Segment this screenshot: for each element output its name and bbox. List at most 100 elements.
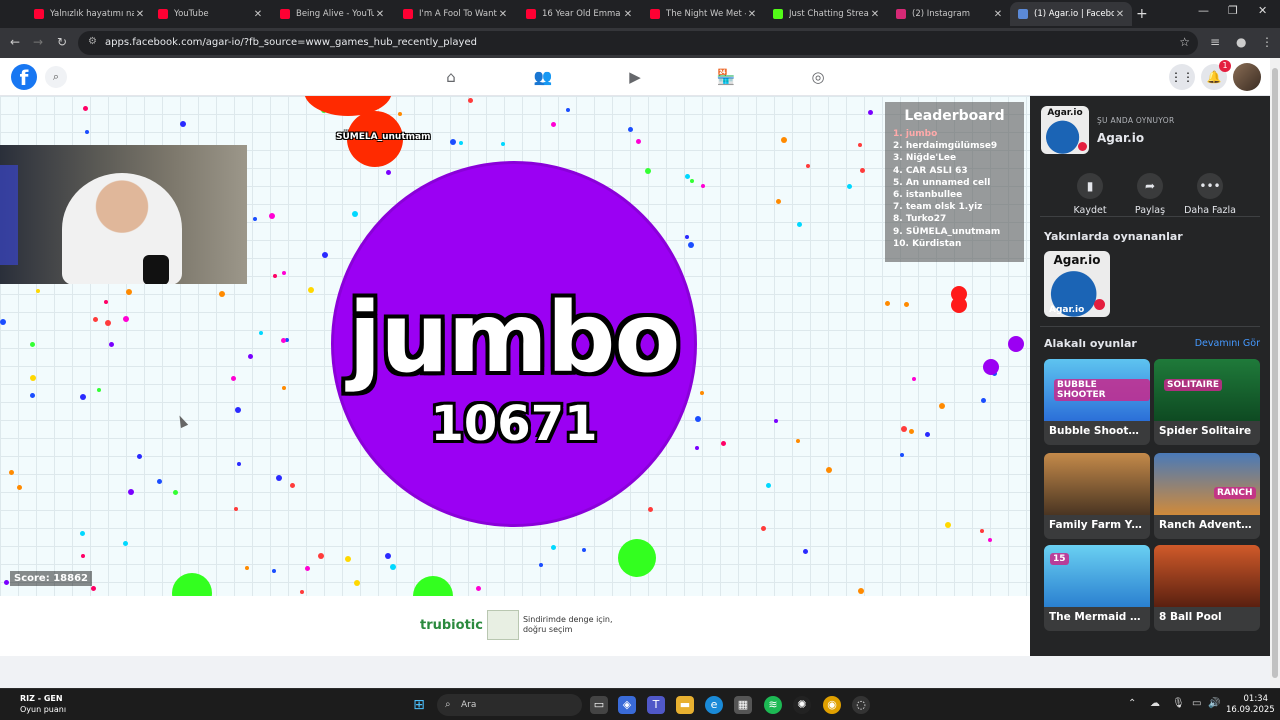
facebook-logo-icon[interactable]: f	[11, 64, 37, 90]
recent-game-agario[interactable]: Agar.io Agar.io	[1044, 251, 1110, 317]
close-tab-icon[interactable]: ✕	[134, 9, 146, 20]
related-game-card[interactable]: 8 Ball Pool	[1154, 545, 1260, 631]
close-tab-icon[interactable]: ✕	[746, 9, 758, 20]
site-info-icon[interactable]: ⚙	[88, 36, 97, 47]
food-pellet	[281, 337, 287, 343]
related-game-card[interactable]: RANCH Ranch Adventures	[1154, 453, 1260, 539]
task-view-icon[interactable]: ▭	[590, 696, 608, 714]
video-icon[interactable]: ▶	[625, 68, 645, 86]
leaderboard-row: 1. jumbo	[893, 129, 938, 139]
taskbar-search[interactable]: ⌕ Ara	[437, 694, 582, 716]
spotify-icon[interactable]: ≋	[764, 696, 782, 714]
cloud-icon[interactable]: ☁	[1150, 698, 1160, 709]
food-pellet	[389, 564, 396, 571]
agario-game-canvas[interactable]: SÜMELA_unutmam jumbo 10671 Leaderboard 1…	[0, 96, 1030, 596]
browser-tab[interactable]: Yalnızlık hayatımı nasıl ✕	[26, 2, 152, 26]
browser-tab-active[interactable]: (1) Agar.io | Facebook ✕	[1010, 2, 1132, 26]
divider	[1040, 216, 1260, 217]
food-pellet	[30, 393, 36, 399]
now-playing-thumbnail[interactable]: Agar.io	[1041, 106, 1089, 154]
see-all-link[interactable]: Devamını Gör	[1195, 338, 1260, 349]
food-pellet	[252, 216, 257, 221]
page-scrollbar[interactable]	[1270, 58, 1280, 688]
browser-tab[interactable]: 16 Year Old Emma Kuz ✕	[518, 2, 640, 26]
close-tab-icon[interactable]: ✕	[497, 9, 509, 20]
account-avatar[interactable]	[1233, 63, 1261, 91]
related-game-card[interactable]: Family Farm Yolc...	[1044, 453, 1150, 539]
leaderboard-row: 2. herdaimgülümse9	[893, 141, 998, 152]
marketplace-icon[interactable]: 🏪	[716, 68, 736, 86]
friends-icon[interactable]: 👥	[533, 68, 553, 86]
browser-tab[interactable]: The Night We Met - I ✕	[642, 2, 764, 26]
address-bar[interactable]: ⚙ apps.facebook.com/agar-io/?fb_source=w…	[78, 31, 1198, 55]
clock[interactable]: 01:34 16.09.2025	[1226, 694, 1275, 716]
minimize-icon[interactable]: —	[1198, 4, 1209, 17]
browser-tab[interactable]: YouTube ✕	[150, 2, 270, 26]
restore-icon[interactable]: ❐	[1228, 4, 1238, 17]
mouse-cursor-icon	[175, 413, 189, 429]
browser-tab[interactable]: (2) Instagram ✕	[888, 2, 1010, 26]
copilot-icon[interactable]: ◈	[618, 696, 636, 714]
now-playing-game[interactable]: Agar.io	[1097, 131, 1144, 145]
related-game-card[interactable]: SOLITAIRE Spider Solitaire	[1154, 359, 1260, 445]
file-explorer-icon[interactable]: ▬	[676, 696, 694, 714]
food-pellet	[91, 586, 97, 592]
close-tab-icon[interactable]: ✕	[1114, 9, 1126, 20]
leaderboard-row: 5. An unnamed cell	[893, 177, 991, 188]
chrome-icon[interactable]: ◉	[823, 696, 841, 714]
bookmark-star-icon[interactable]: ☆	[1179, 35, 1190, 49]
groups-icon[interactable]: ◎	[808, 68, 828, 86]
url-text[interactable]: apps.facebook.com/agar-io/?fb_source=www…	[105, 37, 477, 48]
media-controls-icon[interactable]: ≡	[1210, 35, 1220, 49]
microphone-icon[interactable]: 🎙	[1172, 698, 1185, 709]
edge-icon[interactable]: e	[705, 696, 723, 714]
close-tab-icon[interactable]: ✕	[869, 9, 881, 20]
share-button[interactable]: ➦ Paylaş	[1121, 173, 1179, 216]
more-button[interactable]: ••• Daha Fazla	[1181, 173, 1239, 216]
food-pellet	[581, 548, 586, 553]
new-tab-icon[interactable]: +	[1136, 6, 1148, 22]
close-tab-icon[interactable]: ✕	[622, 9, 634, 20]
widgets-weather[interactable]: RIZ - GEN Oyun puanı	[20, 693, 66, 715]
start-windows-icon[interactable]: ⊞	[410, 696, 428, 714]
close-window-icon[interactable]: ✕	[1258, 4, 1267, 17]
recent-games-title: Yakınlarda oynananlar	[1044, 230, 1183, 243]
reload-icon[interactable]: ↻	[57, 35, 67, 49]
food-pellet	[290, 482, 296, 488]
app-icon[interactable]: ◌	[852, 696, 870, 714]
store-icon[interactable]: ▦	[734, 696, 752, 714]
ad-copy: Sindirimde denge için, doğru seçim	[522, 615, 613, 634]
profile-icon[interactable]: ●	[1236, 35, 1246, 49]
browser-tab[interactable]: Being Alive - YouTube ✕	[272, 2, 392, 26]
related-game-card[interactable]: 15 The Mermaid Kin...	[1044, 545, 1150, 631]
leaderboard-row: 9. SÜMELA_unutmam	[893, 226, 1001, 237]
chatgpt-icon[interactable]: ✺	[793, 696, 811, 714]
search-icon[interactable]: ⌕	[45, 66, 67, 88]
home-icon[interactable]: ⌂	[441, 68, 461, 86]
close-tab-icon[interactable]: ✕	[992, 9, 1004, 20]
notifications-icon[interactable]: 🔔 1	[1201, 60, 1231, 90]
related-game-card[interactable]: BUBBLE SHOOTER Bubble Shooter ...	[1044, 359, 1150, 445]
food-pellet	[700, 183, 705, 188]
scrollbar-thumb[interactable]	[1272, 68, 1278, 678]
close-tab-icon[interactable]: ✕	[252, 9, 264, 20]
menu-grid-icon[interactable]: ⋮⋮	[1169, 64, 1195, 90]
tray-chevron-icon[interactable]: ⌃	[1128, 698, 1136, 709]
back-icon[interactable]: ←	[10, 35, 20, 49]
browser-tab[interactable]: Just Chatting Stream ✕	[765, 2, 887, 26]
browser-menu-icon[interactable]: ⋮	[1261, 35, 1273, 49]
page-bottom	[0, 656, 1270, 688]
food-pellet	[775, 199, 781, 205]
close-tab-icon[interactable]: ✕	[374, 9, 386, 20]
save-button[interactable]: ▮ Kaydet	[1061, 173, 1119, 216]
browser-tab[interactable]: I'm A Fool To Want You ✕	[395, 2, 515, 26]
banner-ad[interactable]: trubiotic Sindirimde denge için, doğru s…	[420, 608, 615, 642]
food-pellet	[275, 475, 282, 482]
food-pellet	[645, 168, 652, 175]
food-pellet	[234, 406, 241, 413]
volume-icon[interactable]: 🔊	[1208, 698, 1220, 709]
teams-icon[interactable]: T	[647, 696, 665, 714]
monitor-icon[interactable]: ▭	[1192, 698, 1201, 709]
food-pellet	[467, 97, 473, 103]
forward-icon[interactable]: →	[33, 35, 43, 49]
